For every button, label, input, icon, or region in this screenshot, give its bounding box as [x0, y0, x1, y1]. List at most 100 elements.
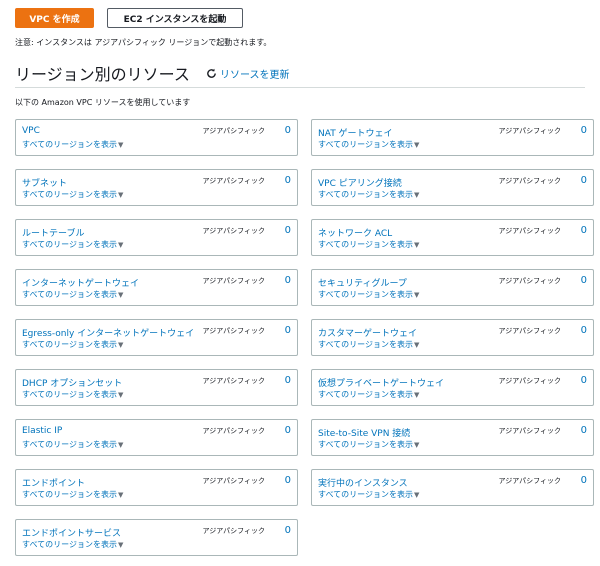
region-label: アジアパシフィック [498, 477, 561, 485]
region-label: アジアパシフィック [202, 427, 265, 435]
see-all-regions-label: すべてのリージョンを表示 [318, 440, 413, 449]
resource-title-link[interactable]: 実行中のインスタンス [318, 476, 408, 489]
resource-count-link[interactable]: 0 [285, 425, 291, 436]
resource-title-link[interactable]: Elastic IP [22, 426, 62, 436]
see-all-regions-dropdown[interactable]: すべてのリージョンを表示 ▼ [22, 239, 123, 250]
region-label: アジアパシフィック [202, 527, 265, 535]
resource-title-link[interactable]: VPC [22, 126, 40, 136]
resource-grid: VPC アジアパシフィック 0 すべてのリージョンを表示 ▼ NAT ゲートウェ… [15, 119, 594, 556]
resource-count-link[interactable]: 0 [581, 475, 587, 486]
see-all-regions-label: すべてのリージョンを表示 [22, 490, 117, 499]
create-vpc-button[interactable]: VPC を作成 [15, 8, 94, 28]
resource-count-link[interactable]: 0 [581, 375, 587, 386]
see-all-regions-dropdown[interactable]: すべてのリージョンを表示 ▼ [318, 489, 419, 500]
resource-title-link[interactable]: セキュリティグループ [318, 276, 407, 289]
region-note: 注意: インスタンスは アジアパシフィック リージョンで起動されます。 [15, 38, 272, 47]
caret-down-icon: ▼ [117, 140, 124, 149]
caret-down-icon: ▼ [117, 390, 124, 399]
resource-count-link[interactable]: 0 [581, 325, 587, 336]
see-all-regions-dropdown[interactable]: すべてのリージョンを表示 ▼ [22, 389, 123, 400]
see-all-regions-label: すべてのリージョンを表示 [318, 190, 413, 199]
resource-count-link[interactable]: 0 [285, 475, 291, 486]
see-all-regions-dropdown[interactable]: すべてのリージョンを表示 ▼ [22, 539, 123, 550]
refresh-label: リソースを更新 [220, 70, 290, 81]
using-resources-label: 以下の Amazon VPC リソースを使用しています [15, 98, 191, 107]
resource-card: Site-to-Site VPN 接続 アジアパシフィック 0 すべてのリージョ… [311, 419, 594, 456]
see-all-regions-dropdown[interactable]: すべてのリージョンを表示 ▼ [22, 489, 123, 500]
top-actions: VPC を作成 EC2 インスタンスを起動 [15, 8, 243, 28]
resource-card: 仮想プライベートゲートウェイ アジアパシフィック 0 すべてのリージョンを表示 … [311, 369, 594, 406]
resource-count-link[interactable]: 0 [581, 425, 587, 436]
caret-down-icon: ▼ [117, 340, 124, 349]
region-label: アジアパシフィック [498, 177, 561, 185]
resource-title-link[interactable]: エンドポイント [22, 476, 85, 489]
see-all-regions-dropdown[interactable]: すべてのリージョンを表示 ▼ [22, 139, 123, 150]
resource-title-link[interactable]: Site-to-Site VPN 接続 [318, 426, 410, 439]
see-all-regions-label: すべてのリージョンを表示 [22, 440, 117, 449]
region-label: アジアパシフィック [498, 377, 561, 385]
resource-count-link[interactable]: 0 [581, 125, 587, 136]
region-label: アジアパシフィック [498, 427, 561, 435]
launch-ec2-button[interactable]: EC2 インスタンスを起動 [107, 8, 243, 28]
resource-card: サブネット アジアパシフィック 0 すべてのリージョンを表示 ▼ [15, 169, 298, 206]
caret-down-icon: ▼ [413, 440, 420, 449]
resource-card: ルートテーブル アジアパシフィック 0 すべてのリージョンを表示 ▼ [15, 219, 298, 256]
resource-title-link[interactable]: カスタマーゲートウェイ [318, 326, 417, 339]
resource-card: Elastic IP アジアパシフィック 0 すべてのリージョンを表示 ▼ [15, 419, 298, 456]
resource-card: 実行中のインスタンス アジアパシフィック 0 すべてのリージョンを表示 ▼ [311, 469, 594, 506]
resource-card: DHCP オプションセット アジアパシフィック 0 すべてのリージョンを表示 ▼ [15, 369, 298, 406]
region-label: アジアパシフィック [202, 127, 265, 135]
see-all-regions-dropdown[interactable]: すべてのリージョンを表示 ▼ [318, 239, 419, 250]
resource-count-link[interactable]: 0 [581, 225, 587, 236]
resource-title-link[interactable]: Egress-only インターネットゲートウェイ [22, 326, 194, 339]
see-all-regions-dropdown[interactable]: すべてのリージョンを表示 ▼ [22, 439, 123, 450]
resource-title-link[interactable]: サブネット [22, 176, 67, 189]
see-all-regions-label: すべてのリージョンを表示 [22, 190, 117, 199]
resource-card: Egress-only インターネットゲートウェイ アジアパシフィック 0 すべ… [15, 319, 298, 356]
section-title: リージョン別のリソース [15, 65, 190, 84]
see-all-regions-label: すべてのリージョンを表示 [318, 390, 413, 399]
caret-down-icon: ▼ [413, 240, 420, 249]
resource-count-link[interactable]: 0 [285, 275, 291, 286]
see-all-regions-dropdown[interactable]: すべてのリージョンを表示 ▼ [318, 139, 419, 150]
see-all-regions-dropdown[interactable]: すべてのリージョンを表示 ▼ [318, 389, 419, 400]
resource-title-link[interactable]: エンドポイントサービス [22, 526, 121, 539]
resource-title-link[interactable]: 仮想プライベートゲートウェイ [318, 376, 444, 389]
see-all-regions-dropdown[interactable]: すべてのリージョンを表示 ▼ [22, 289, 123, 300]
region-label: アジアパシフィック [202, 327, 265, 335]
see-all-regions-dropdown[interactable]: すべてのリージョンを表示 ▼ [22, 189, 123, 200]
caret-down-icon: ▼ [117, 290, 124, 299]
see-all-regions-dropdown[interactable]: すべてのリージョンを表示 ▼ [22, 339, 123, 350]
region-label: アジアパシフィック [202, 377, 265, 385]
refresh-icon [207, 68, 216, 78]
caret-down-icon: ▼ [413, 190, 420, 199]
resource-card: ネットワーク ACL アジアパシフィック 0 すべてのリージョンを表示 ▼ [311, 219, 594, 256]
resource-count-link[interactable]: 0 [581, 175, 587, 186]
resource-count-link[interactable]: 0 [581, 275, 587, 286]
resource-count-link[interactable]: 0 [285, 325, 291, 336]
resource-title-link[interactable]: インターネットゲートウェイ [22, 276, 139, 289]
see-all-regions-label: すべてのリージョンを表示 [22, 340, 117, 349]
resource-count-link[interactable]: 0 [285, 225, 291, 236]
see-all-regions-dropdown[interactable]: すべてのリージョンを表示 ▼ [318, 339, 419, 350]
see-all-regions-label: すべてのリージョンを表示 [22, 240, 117, 249]
resource-count-link[interactable]: 0 [285, 125, 291, 136]
resource-title-link[interactable]: NAT ゲートウェイ [318, 126, 393, 139]
see-all-regions-dropdown[interactable]: すべてのリージョンを表示 ▼ [318, 439, 419, 450]
region-label: アジアパシフィック [498, 327, 561, 335]
resource-count-link[interactable]: 0 [285, 375, 291, 386]
resource-title-link[interactable]: DHCP オプションセット [22, 376, 122, 389]
region-label: アジアパシフィック [202, 177, 265, 185]
see-all-regions-dropdown[interactable]: すべてのリージョンを表示 ▼ [318, 189, 419, 200]
resource-title-link[interactable]: ネットワーク ACL [318, 226, 392, 239]
region-label: アジアパシフィック [202, 477, 265, 485]
see-all-regions-dropdown[interactable]: すべてのリージョンを表示 ▼ [318, 289, 419, 300]
resource-count-link[interactable]: 0 [285, 525, 291, 536]
see-all-regions-label: すべてのリージョンを表示 [318, 140, 413, 149]
resource-title-link[interactable]: VPC ピアリング接続 [318, 176, 402, 189]
region-label: アジアパシフィック [202, 277, 265, 285]
region-label: アジアパシフィック [498, 127, 561, 135]
refresh-resources-link[interactable]: リソースを更新 [206, 66, 290, 81]
resource-count-link[interactable]: 0 [285, 175, 291, 186]
resource-title-link[interactable]: ルートテーブル [22, 226, 84, 239]
